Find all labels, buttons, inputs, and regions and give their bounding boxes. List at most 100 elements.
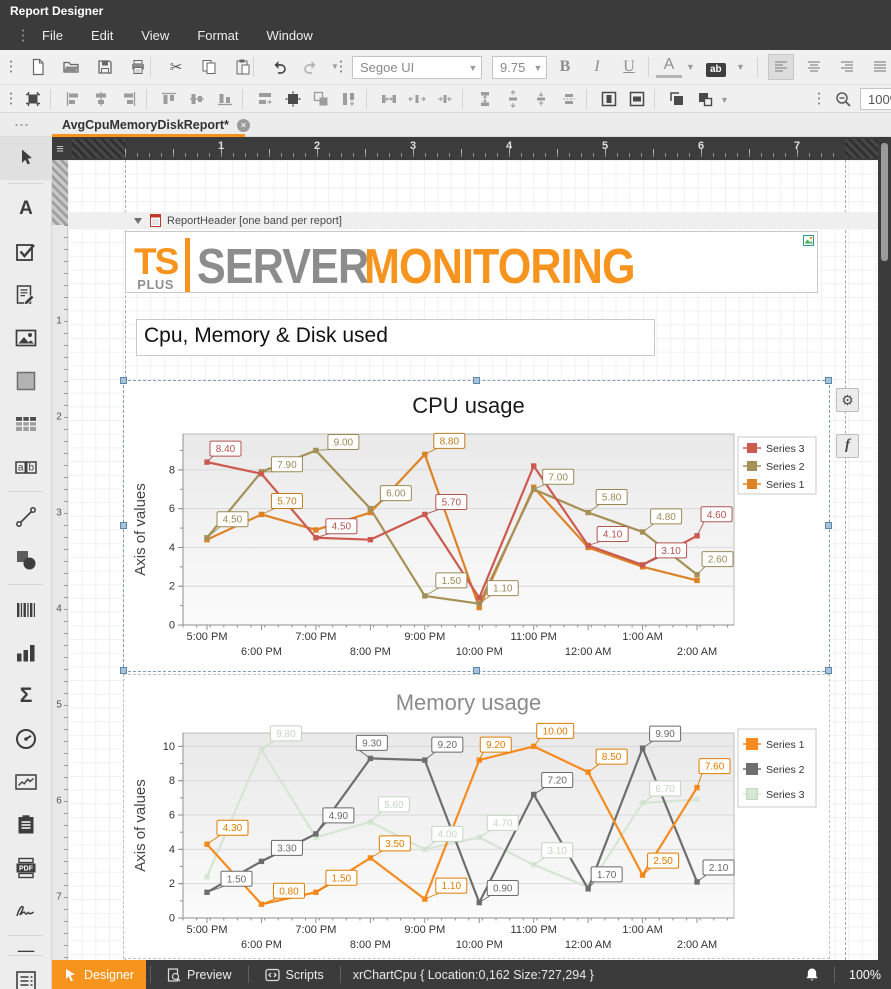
v-space-decrease-button[interactable]	[528, 86, 554, 112]
align-lefts-button[interactable]	[60, 86, 86, 112]
new-document-button[interactable]	[25, 54, 51, 80]
italic-button[interactable]: I	[584, 54, 610, 80]
toolbar-grip[interactable]	[817, 91, 821, 107]
selection-handle[interactable]	[120, 522, 127, 529]
menubar-grip[interactable]	[21, 28, 25, 44]
print-button[interactable]	[125, 54, 151, 80]
toolbox-item-pivot-grid[interactable]: Σ	[0, 674, 52, 717]
toolbox-item-barcode[interactable]	[0, 588, 52, 631]
zoom-level-combo[interactable]: 100%	[860, 88, 891, 110]
toolbox-item-gauge[interactable]	[0, 717, 52, 760]
menu-item-window[interactable]: Window	[252, 24, 326, 47]
toolbox-item-pdf-content[interactable]: PDF	[0, 846, 52, 889]
toolbox-item-page-info[interactable]	[0, 803, 52, 846]
ruler-menu-icon[interactable]: ≡	[52, 137, 68, 160]
toolbox-item-table[interactable]	[0, 402, 52, 445]
tab-preview[interactable]: Preview	[155, 960, 243, 989]
collapse-band-icon[interactable]	[134, 218, 142, 224]
close-icon[interactable]: ✕	[237, 119, 250, 132]
v-space-equal-button[interactable]	[472, 86, 498, 112]
selection-handle[interactable]	[825, 667, 832, 674]
same-size-button[interactable]	[308, 86, 334, 112]
tabstrip-grip[interactable]	[14, 123, 30, 127]
toolbox-item-character-comb[interactable]: ab	[0, 445, 52, 488]
toolbox-item-signature[interactable]	[0, 889, 52, 932]
toolbox-item-checkbox[interactable]	[0, 230, 52, 273]
expression-editor-button[interactable]: f	[836, 434, 859, 458]
highlight-color-button[interactable]: ab	[706, 59, 726, 77]
menu-item-file[interactable]: File	[28, 24, 77, 47]
tab-designer[interactable]: Designer	[52, 960, 146, 989]
font-size-combo[interactable]: 9.75 ▼	[492, 56, 547, 79]
report-header-band-strip[interactable]: ReportHeader [one band per report]	[68, 212, 878, 229]
toolbar-grip[interactable]	[9, 59, 13, 75]
zoom-out-button[interactable]	[830, 86, 856, 112]
align-text-center-button[interactable]	[801, 54, 827, 80]
toolbar-grip2[interactable]	[339, 59, 343, 75]
center-vertically-button[interactable]	[624, 86, 650, 112]
align-middles-button[interactable]	[184, 86, 210, 112]
align-text-right-button[interactable]	[834, 54, 860, 80]
cpu-usage-chart[interactable]: 024685:00 PM6:00 PM7:00 PM8:00 PM9:00 PM…	[124, 381, 829, 671]
tab-scripts[interactable]: Scripts	[253, 960, 336, 989]
toolbox-item-label[interactable]: A	[0, 187, 52, 230]
selection-handle[interactable]	[473, 667, 480, 674]
toolbox-item-line[interactable]	[0, 495, 52, 538]
align-bottoms-button[interactable]	[212, 86, 238, 112]
font-family-combo[interactable]: Segoe UI ▼	[352, 56, 482, 79]
logo-picture-box[interactable]: TS PLUS SERVER MONITORING	[125, 231, 818, 293]
v-space-remove-button[interactable]	[556, 86, 582, 112]
selection-handle[interactable]	[825, 522, 832, 529]
chevron-down-icon[interactable]: ▼	[720, 95, 729, 105]
toolbox-item-picture-box[interactable]	[0, 316, 52, 359]
toolbox-item-panel[interactable]	[0, 359, 52, 402]
save-button[interactable]	[92, 54, 118, 80]
send-to-back-button[interactable]	[692, 86, 718, 112]
report-design-surface[interactable]: ReportHeader [one band per report] TS PL…	[68, 160, 878, 960]
center-horizontally-button[interactable]	[596, 86, 622, 112]
toolbox-item-sparkline[interactable]	[0, 760, 52, 803]
selection-handle[interactable]	[120, 667, 127, 674]
selection-handle[interactable]	[120, 377, 127, 384]
caret-icon[interactable]: ▼	[322, 54, 348, 80]
font-color-button[interactable]: A	[656, 54, 682, 78]
right-margin-line[interactable]	[845, 160, 846, 960]
chevron-down-icon[interactable]: ▼	[530, 63, 546, 73]
align-text-left-button[interactable]	[768, 54, 794, 80]
horizontal-ruler[interactable]: ≡ 1234567	[52, 137, 878, 160]
memory-usage-chart[interactable]: 02468105:00 PM6:00 PM7:00 PM8:00 PM9:00 …	[124, 675, 829, 958]
toolbox-item-chart[interactable]	[0, 631, 52, 674]
chevron-down-icon[interactable]: ▼	[686, 62, 695, 72]
copy-button[interactable]	[196, 54, 222, 80]
snap-to-grid-button[interactable]	[20, 86, 46, 112]
align-text-justify-button[interactable]	[867, 54, 891, 80]
bold-button[interactable]: B	[552, 54, 578, 80]
align-centers-button[interactable]	[88, 86, 114, 112]
vertical-ruler[interactable]: 1234567	[52, 160, 68, 960]
redo-button[interactable]	[298, 54, 324, 80]
open-folder-button[interactable]	[58, 54, 84, 80]
underline-button[interactable]: U	[616, 54, 642, 80]
toolbox-item-shape[interactable]	[0, 538, 52, 581]
selection-handle[interactable]	[825, 377, 832, 384]
menu-item-edit[interactable]: Edit	[77, 24, 127, 47]
same-width-button[interactable]	[252, 86, 278, 112]
toolbox-item-rich-text[interactable]	[0, 273, 52, 316]
menu-item-view[interactable]: View	[127, 24, 183, 47]
h-space-equal-button[interactable]	[376, 86, 402, 112]
same-height-button[interactable]	[336, 86, 362, 112]
chart-smart-tag-gear-button[interactable]: ⚙	[836, 388, 859, 412]
report-title-label[interactable]: Cpu, Memory & Disk used	[136, 319, 655, 356]
h-space-decrease-button[interactable]	[432, 86, 458, 112]
align-tops-button[interactable]	[156, 86, 182, 112]
vertical-scrollbar[interactable]	[881, 143, 888, 261]
menu-item-format[interactable]: Format	[183, 24, 252, 47]
selection-handle[interactable]	[473, 377, 480, 384]
chevron-down-icon[interactable]: ▼	[465, 63, 481, 73]
toolbox-item-table-of-contents[interactable]	[0, 959, 52, 989]
toolbar-grip[interactable]	[9, 91, 13, 107]
toolbox-item-pointer[interactable]	[0, 137, 52, 180]
chevron-down-icon[interactable]: ▼	[736, 62, 745, 72]
undo-button[interactable]	[266, 54, 292, 80]
cut-button[interactable]: ✂	[163, 54, 189, 80]
